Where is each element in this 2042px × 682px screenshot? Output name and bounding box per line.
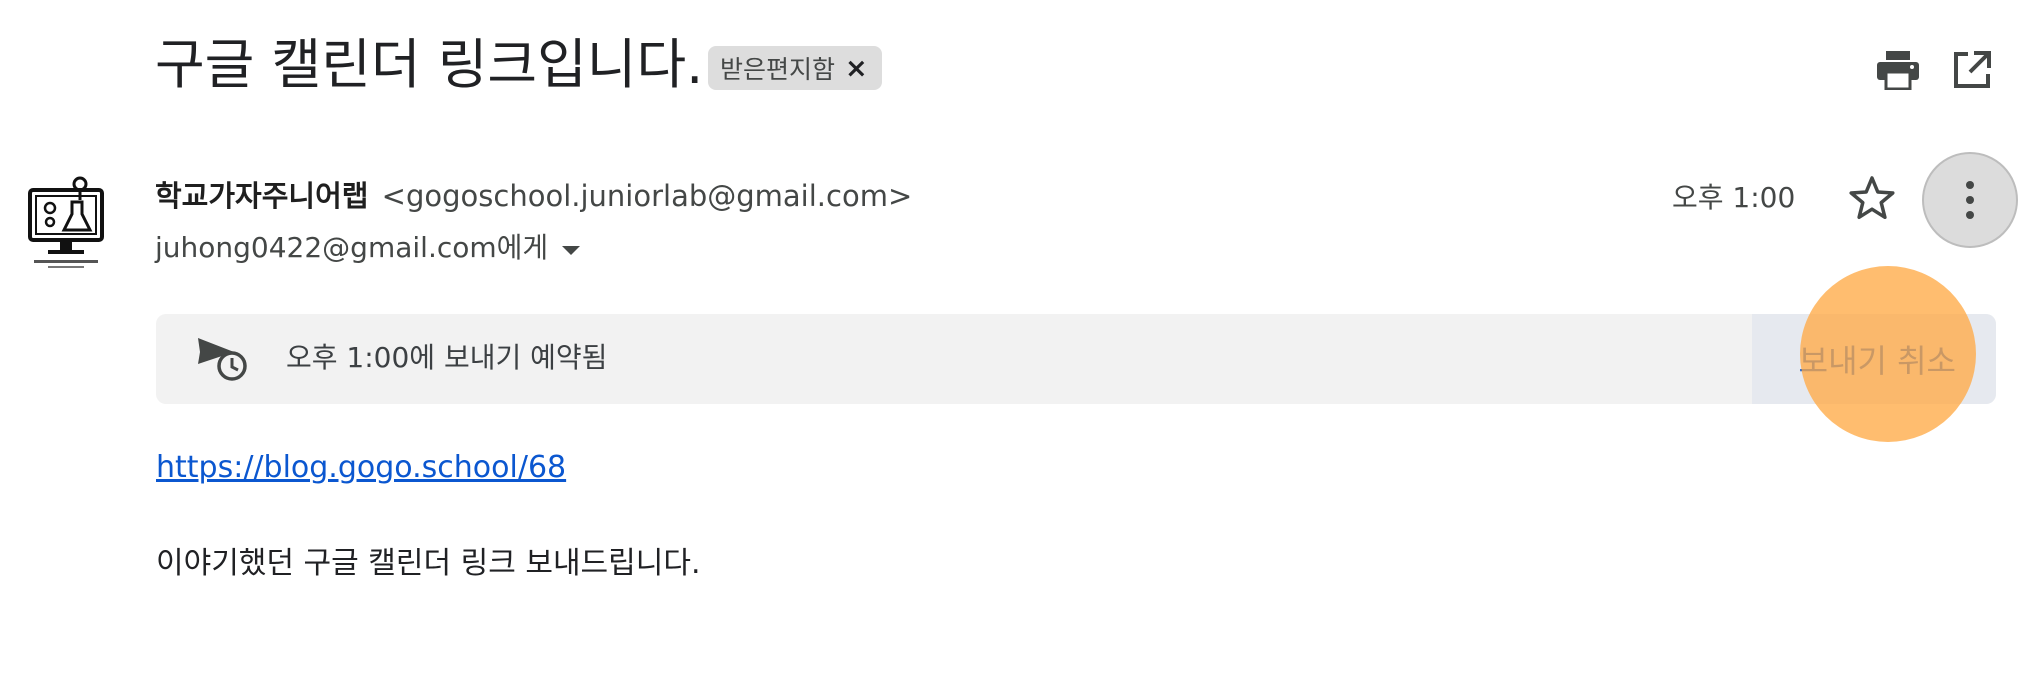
sender-line: 학교가자주니어랩 <gogoschool.juniorlab@gmail.com…: [155, 176, 912, 216]
open-in-new-icon[interactable]: [1946, 44, 1998, 96]
body-text: 이야기했던 구글 캘린더 링크 보내드립니다.: [156, 546, 701, 581]
email-subject: 구글 캘린더 링크입니다.: [155, 33, 704, 96]
more-options-button[interactable]: [1922, 152, 2018, 248]
star-icon[interactable]: [1844, 170, 1900, 226]
recipient-line: juhong0422@gmail.com에게: [155, 228, 581, 268]
recipient-text: juhong0422@gmail.com에게: [155, 231, 549, 264]
more-vert-icon: [1966, 181, 1974, 219]
remove-label-icon[interactable]: ×: [845, 53, 868, 84]
print-icon[interactable]: [1872, 44, 1924, 96]
scheduled-send-icon: [196, 334, 248, 382]
body-link[interactable]: https://blog.gogo.school/68: [156, 448, 566, 488]
email-time: 오후 1:00: [1672, 181, 1796, 214]
sender-name[interactable]: 학교가자주니어랩: [155, 179, 368, 213]
sender-email: <gogoschool.juniorlab@gmail.com>: [381, 179, 913, 213]
recipient-details-dropdown-icon[interactable]: [562, 245, 581, 255]
sender-avatar: [22, 172, 112, 272]
inbox-label-chip[interactable]: 받은편지함 ×: [708, 46, 882, 90]
cancel-send-button[interactable]: 보내기 취소: [1752, 314, 1996, 404]
scheduled-send-banner: 오후 1:00에 보내기 예약됨 보내기 취소: [156, 314, 1996, 404]
email-view: 구글 캘린더 링크입니다. 받은편지함 × 학교가자주니어랩 <gogoscho…: [0, 0, 2042, 682]
scheduled-send-text: 오후 1:00에 보내기 예약됨: [286, 341, 608, 374]
label-text: 받은편지함: [720, 55, 836, 84]
